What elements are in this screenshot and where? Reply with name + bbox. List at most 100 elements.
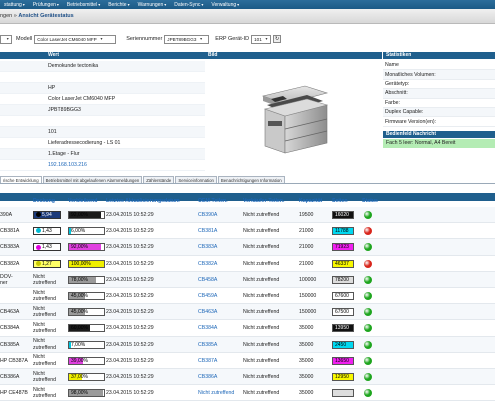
nav-item-ausstattung[interactable]: stattung ▾ [0, 2, 29, 8]
stats-header: Statistiken [383, 52, 495, 59]
refresh-button[interactable]: ↻ [273, 35, 282, 43]
cell-coverage: Nicht zutreffend [33, 305, 56, 319]
cell-oem-part[interactable]: CB385A [198, 337, 217, 353]
cell-oem-part[interactable]: CB459A [198, 288, 217, 304]
detail-header-bild: Bild [205, 52, 382, 59]
chevron-down-icon: ▼ [6, 37, 10, 41]
breadcrumb-parent[interactable]: ngen » [0, 13, 17, 19]
col-pages[interactable]: Seiten [332, 196, 348, 207]
cell-oem-part[interactable]: CB463A [198, 304, 217, 320]
table-row: CB381A 1,43 6,00% 23.04.2015 10:52:29 CB… [0, 223, 495, 240]
remaining-bar: 100,00% [68, 259, 105, 268]
pages-badge: 67600 [332, 291, 354, 300]
col-vendor-part[interactable]: Verkäufer-Teilen. [243, 196, 284, 207]
chevron-down-icon: ▾ [127, 2, 130, 7]
cell-oem-part[interactable]: CB381A [198, 223, 217, 239]
cell-oem-part[interactable]: Nicht zutreffend [198, 385, 234, 401]
remaining-bar: 39,00% [68, 356, 105, 365]
pages-badge: 78200 [332, 275, 354, 284]
nav-item-warnungen[interactable]: Warnungen ▾ [134, 2, 171, 8]
remaining-bar: 7,00% [68, 340, 105, 349]
pages-badge: 67500 [332, 308, 354, 317]
col-last-update[interactable]: Letztes Aktualisierungsdatum [106, 196, 180, 207]
tab-service-info[interactable]: Serviceinformation [175, 176, 217, 183]
tab-history[interactable]: rische Entwicklung [0, 176, 42, 183]
cell-supply-name: CB384A [0, 325, 20, 332]
cell-coverage: Nicht zutreffend [33, 322, 56, 335]
cell-vendor-part: Nicht zutreffend [243, 325, 280, 332]
remaining-bar: 92,00% [68, 211, 105, 219]
statistics-panel: Name Monatliches Volumen: Gerätetyp: Abs… [383, 61, 495, 127]
coverage-badge: 1,43 [33, 227, 61, 236]
chevron-down-icon: ▾ [56, 2, 59, 7]
table-row: CB382A 1,27 100,00% 23.04.2015 10:52:29 … [0, 256, 495, 272]
status-led-icon [364, 389, 372, 398]
stat-device-type: Gerätetyp: [383, 80, 495, 90]
col-oem-part[interactable]: OEM-Teilen. [198, 196, 228, 207]
nav-item-daten-sync[interactable]: Daten-Sync ▾ [170, 2, 207, 8]
panel-message: Fach 5 leer: Normal, A4 Bereit [383, 139, 495, 148]
stat-color: Farbe: [383, 99, 495, 108]
cell-oem-part[interactable]: CB382A [198, 256, 217, 272]
tab-notifications[interactable]: Benachrichtigungen Information [217, 176, 285, 183]
cell-oem-part[interactable]: CB387A [198, 353, 217, 369]
cell-date: 23.04.2015 10:52:29 [106, 292, 154, 299]
printer-image [205, 61, 380, 171]
cell-capacity: 35000 [299, 325, 314, 332]
erp-select[interactable]: 101 ▼ [251, 34, 272, 44]
model-select[interactable]: Color LaserJet CM6040 MFP ▼ [34, 34, 117, 44]
serial-label: Seriennummer [126, 36, 163, 42]
table-row: HP CB387A Nicht zutreffend 39,00% 23.04.2… [0, 353, 495, 369]
stat-duplex: Duplex Capable: [383, 107, 495, 118]
panel-message-header: Bedienfeld Nachricht [383, 131, 495, 138]
cell-oem-part[interactable]: CB383A [198, 239, 217, 255]
col-capacity[interactable]: Kapazität [299, 196, 322, 207]
cell-vendor-part: Nicht zutreffend [243, 373, 280, 380]
scope-select[interactable]: ▼ [0, 34, 12, 44]
cell-coverage: Nicht zutreffend [33, 338, 56, 351]
chevron-down-icon: ▾ [164, 2, 167, 7]
nav-item-berichte[interactable]: Berichte ▾ [104, 2, 133, 8]
cell-supply-name: CB383A [0, 244, 20, 251]
table-row: 390A 5,94 92,00% 23.04.2015 10:52:29 CB3… [0, 207, 495, 224]
toner-dot-icon [36, 244, 41, 250]
cell-date: 23.04.2015 10:52:29 [106, 341, 154, 348]
col-status[interactable]: Status [362, 196, 378, 207]
tab-expired-alerts[interactable]: Betriebsmittel mit abgelaufenen Alarmmel… [42, 176, 143, 183]
cell-oem-part[interactable]: CB458A [198, 272, 217, 288]
nav-item-betriebsmittel[interactable]: Betriebsmittel ▾ [63, 2, 104, 8]
cell-vendor-part: Nicht zutreffend [243, 309, 280, 316]
remaining-bar: 98,00% [68, 389, 105, 398]
status-led-icon [364, 259, 372, 268]
top-navbar: stattung ▾ Prüfungen ▾ Betriebsmittel ▾ Ber… [0, 0, 495, 9]
cell-capacity: 100000 [299, 276, 317, 283]
cell-oem-part[interactable]: CB390A [198, 207, 217, 223]
cell-oem-part[interactable]: CB386A [198, 369, 217, 385]
cell-coverage: Nicht zutreffend [33, 289, 56, 302]
status-led-icon [364, 356, 372, 365]
breadcrumb: ngen » Ansicht Gerätestatus [0, 9, 495, 24]
chevron-down-icon: ▾ [98, 2, 101, 7]
col-deckung[interactable]: Deckung [33, 196, 55, 207]
nav-item-pruefungen[interactable]: Prüfungen ▾ [29, 2, 63, 8]
pages-badge: 2450 [332, 340, 354, 349]
toner-dot-icon [36, 228, 41, 234]
detail-manufacturer: HP [0, 83, 210, 94]
cell-capacity: 150000 [299, 292, 317, 299]
erp-label: ERP Gerät-ID [215, 36, 250, 42]
remaining-bar: 45,00% [68, 308, 105, 317]
serial-select[interactable]: JPBT89BGG3 ▼ [164, 34, 210, 44]
cell-coverage: Nicht zutreffend [33, 370, 56, 383]
tab-counters[interactable]: Zählerstände [143, 176, 175, 183]
nav-item-verwaltung[interactable]: Verwaltung ▾ [207, 2, 243, 8]
cell-oem-part[interactable]: CB384A [198, 320, 217, 336]
serial-select-value: JPBT89BGG3 [167, 36, 197, 42]
cell-capacity: 21000 [299, 244, 314, 251]
cell-capacity: 35000 [299, 357, 314, 364]
cell-supply-name: CB385A [0, 341, 20, 348]
table-row: CB385A Nicht zutreffend 7,00% 23.04.2015 … [0, 336, 495, 353]
table-row: CB386A Nicht zutreffend 37,00% 23.04.2015… [0, 368, 495, 386]
col-verbleibend[interactable]: Verbleibend [68, 196, 97, 207]
detail-ip-address[interactable]: 192.168.103.216 [0, 160, 210, 171]
chevron-down-icon: ▾ [201, 2, 204, 7]
